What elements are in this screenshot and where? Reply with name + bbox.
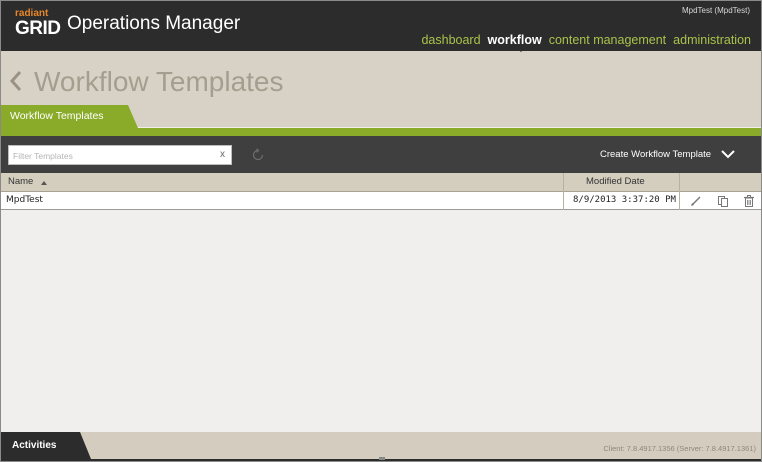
page-title: Workflow Templates <box>34 66 284 97</box>
tab-strip <box>1 128 761 136</box>
nav-dashboard[interactable]: dashboard <box>421 33 480 47</box>
toolbar: x Create Workflow Template <box>1 136 761 173</box>
footer-bar: Activities Client: 7.8.4917.1356 (Server… <box>1 432 761 459</box>
column-header-name[interactable]: Name <box>8 176 33 187</box>
app-title: Operations Manager <box>67 13 241 34</box>
tab-bar: Workflow Templates <box>1 105 761 136</box>
back-chevron-icon[interactable] <box>9 70 23 92</box>
main-nav: dashboard workflow content management ad… <box>421 33 751 47</box>
radiantgrid-logo[interactable]: radiant GRID <box>15 8 61 42</box>
table-row[interactable]: MpdTest 8/9/2013 3:37:20 PM <box>1 192 761 210</box>
user-label[interactable]: MpdTest (MpdTest) <box>682 6 750 15</box>
app-window: radiant GRID Operations Manager MpdTest … <box>0 0 762 462</box>
column-divider <box>679 173 680 210</box>
logo-grid-text: GRID <box>15 18 61 39</box>
resize-grip-icon[interactable] <box>379 457 385 460</box>
column-header-modified-date[interactable]: Modified Date <box>586 176 645 187</box>
active-nav-caret <box>515 46 527 52</box>
nav-content-management[interactable]: content management <box>549 33 666 47</box>
chevron-down-icon[interactable] <box>720 148 736 160</box>
nav-administration[interactable]: administration <box>673 33 751 47</box>
version-label: Client: 7.8.4917.1356 (Server: 7.8.4917.… <box>603 444 756 453</box>
copy-icon[interactable] <box>716 194 730 208</box>
activities-tab[interactable]: Activities <box>1 432 91 459</box>
filter-input[interactable] <box>13 148 213 163</box>
filter-box: x <box>8 145 232 165</box>
row-modified-date: 8/9/2013 3:37:20 PM <box>573 195 676 205</box>
refresh-icon[interactable] <box>251 148 265 162</box>
top-header: radiant GRID Operations Manager MpdTest … <box>1 1 761 51</box>
trash-icon[interactable] <box>742 194 756 208</box>
edit-pencil-icon[interactable] <box>689 194 703 208</box>
table-header: Name Modified Date <box>1 173 761 192</box>
tab-label: Workflow Templates <box>10 110 104 122</box>
table-empty-area <box>1 211 761 433</box>
column-divider <box>563 173 564 210</box>
nav-workflow[interactable]: workflow <box>488 33 542 47</box>
row-name: MpdTest <box>6 195 43 205</box>
create-workflow-template-button[interactable]: Create Workflow Template <box>600 149 711 160</box>
filter-clear-button[interactable]: x <box>220 149 225 160</box>
tab-workflow-templates[interactable]: Workflow Templates <box>1 105 138 128</box>
sort-ascending-icon <box>41 181 47 185</box>
activities-label: Activities <box>12 440 57 451</box>
